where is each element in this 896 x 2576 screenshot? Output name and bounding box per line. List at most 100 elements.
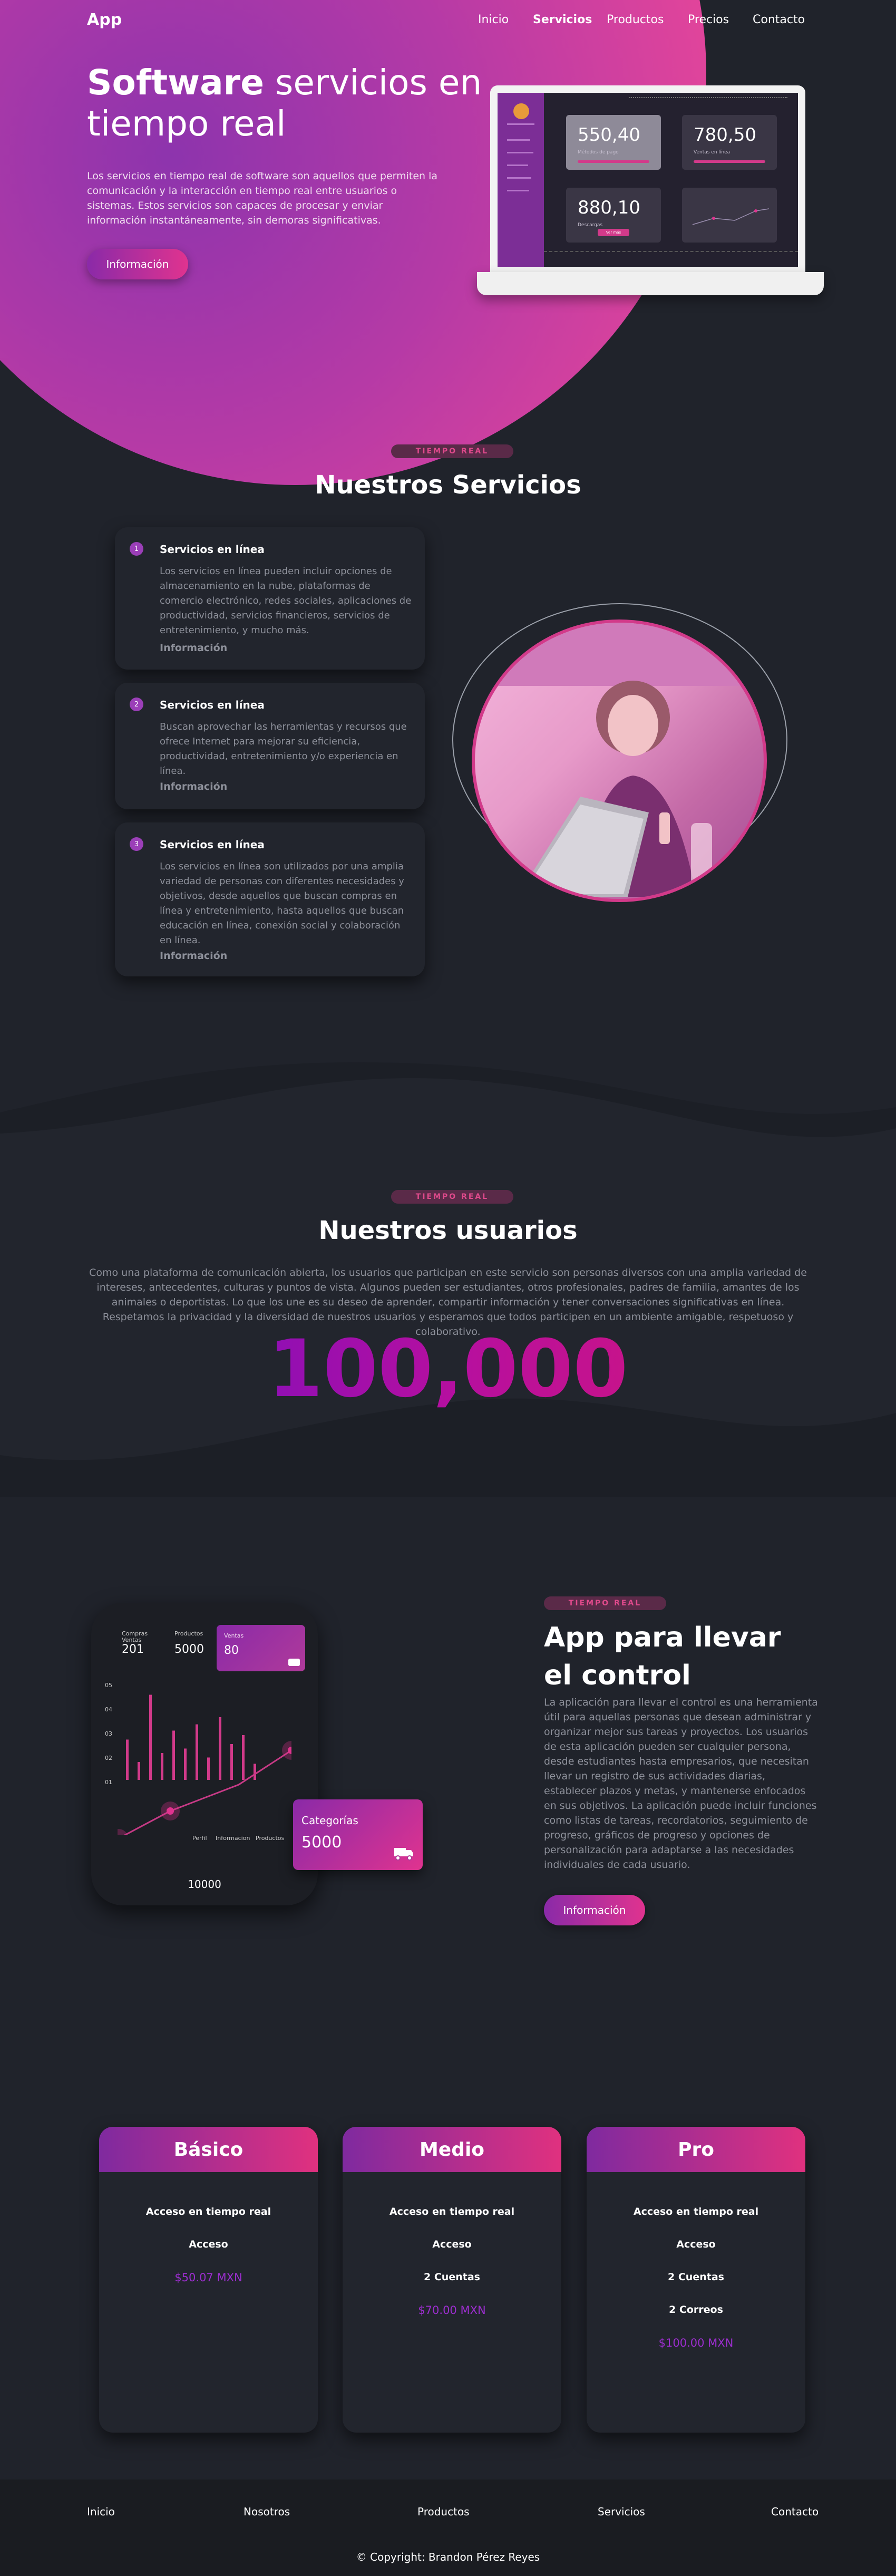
phone-card-value: 80 (224, 1644, 239, 1657)
nav-link-inicio[interactable]: Inicio (478, 13, 509, 26)
dashboard-sub-2: Ventas en línea (694, 150, 731, 155)
phone-sales-card: Ventas 80 (217, 1625, 305, 1671)
phone-chart-bar (138, 1762, 140, 1780)
service-text: Los servicios en línea pueden incluir op… (160, 566, 412, 636)
pricing-feature: 2 Cuentas (668, 2271, 724, 2283)
footer-link-contacto[interactable]: Contacto (771, 2505, 819, 2518)
phone-chart-bar (126, 1739, 129, 1780)
footer-link-servicios[interactable]: Servicios (598, 2505, 645, 2518)
card-chip-icon (288, 1659, 300, 1666)
hero-title-bold: Software (87, 62, 264, 103)
service-info-link[interactable]: Información (160, 781, 227, 792)
dashboard-value-1: 550,40 (578, 124, 640, 146)
pricing-price: $100.00 MXN (658, 2337, 734, 2349)
phone-chart-bar (230, 1744, 233, 1780)
copyright-text: © Copyright: Brandon Pérez Reyes (356, 2551, 540, 2563)
truck-icon (394, 1848, 413, 1861)
service-text: Buscan aprovechar las herramientas y rec… (160, 721, 407, 777)
service-number: 1 (130, 542, 143, 556)
categories-value: 5000 (301, 1833, 342, 1852)
dashboard-preview: 550,40 Métodos de pago 780,50 Ventas en … (498, 93, 798, 267)
service-title: Servicios en línea (160, 543, 265, 556)
dashboard-card-2: 780,50 Ventas en línea (682, 115, 777, 170)
phone-legend-item: Productos (256, 1835, 285, 1842)
pricing-feature: 2 Cuentas (424, 2271, 480, 2283)
nav-link-contacto[interactable]: Contacto (753, 13, 805, 26)
users-count: 100,000 (0, 1323, 896, 1415)
dashboard-sub-1: Métodos de pago (578, 150, 619, 155)
services-title: Nuestros Servicios (315, 470, 581, 500)
pricing-price: $50.07 MXN (174, 2271, 242, 2284)
phone-bar-chart (118, 1694, 291, 1835)
pricing-card-medio: Medio Acceso en tiempo real Acceso 2 Cue… (343, 2127, 561, 2433)
dashboard-card-1: 550,40 Métodos de pago (566, 115, 661, 170)
nav-link-productos[interactable]: Productos (607, 13, 664, 26)
phone-chart-trend-line (123, 1749, 291, 1835)
hero-title: Software servicios en tiempo real (87, 62, 488, 144)
categories-card: Categorías 5000 (293, 1799, 423, 1870)
pricing-plan-name: Pro (587, 2127, 805, 2172)
pricing-plan-name: Básico (99, 2127, 318, 2172)
pricing-feature: Acceso (432, 2239, 472, 2250)
phone-stat2-label: Productos (174, 1630, 203, 1637)
avatar (513, 103, 529, 119)
control-description: La aplicación para llevar el control es … (544, 1697, 818, 1871)
hero-description: Los servicios en tiempo real de software… (87, 170, 438, 226)
service-number: 2 (130, 698, 143, 711)
pricing-price: $70.00 MXN (418, 2304, 486, 2317)
phone-card-label: Ventas (224, 1632, 244, 1639)
phone-bottom-value: 10000 (188, 1878, 221, 1891)
dashboard-card-3: 880,10 Descargas Ver más (566, 188, 661, 243)
dashboard-mini-chart (692, 208, 770, 225)
service-card-3: 3 Servicios en línea Los servicios en lí… (115, 822, 425, 976)
footer-link-inicio[interactable]: Inicio (87, 2505, 115, 2518)
services-tag: TIEMPO REAL (391, 444, 513, 458)
pricing-feature: Acceso en tiempo real (633, 2206, 759, 2217)
service-title: Servicios en línea (160, 699, 265, 711)
pricing-feature: Acceso (676, 2239, 716, 2250)
service-card-1: 1 Servicios en línea Los servicios en lí… (115, 527, 425, 670)
phone-ytick: 02 (105, 1755, 112, 1761)
service-title: Servicios en línea (160, 838, 265, 851)
phone-chart-bar (172, 1730, 175, 1780)
users-title: Nuestros usuarios (318, 1216, 578, 1245)
phone-ytick: 01 (105, 1779, 112, 1786)
service-info-link[interactable]: Información (160, 642, 227, 654)
phone-ytick: 05 (105, 1682, 112, 1689)
control-title: App para llevar el control (544, 1622, 781, 1691)
control-info-button[interactable]: Información (544, 1895, 645, 1925)
phone-stat2-value: 5000 (174, 1643, 204, 1656)
pricing-feature: Acceso en tiempo real (145, 2206, 271, 2217)
phone-chart-bar (184, 1748, 187, 1780)
phone-ytick: 03 (105, 1730, 112, 1737)
phone-mockup: Compras Ventas 201 Productos 5000 Ventas… (91, 1603, 318, 1905)
nav-link-servicios[interactable]: Servicios (533, 13, 592, 26)
dashboard-view-more-button[interactable]: Ver más (598, 229, 629, 236)
dashboard-chart-card (682, 188, 777, 243)
service-card-2: 2 Servicios en línea Buscan aprovechar l… (115, 683, 425, 809)
phone-chart-bar (207, 1757, 210, 1780)
footer-link-nosotros[interactable]: Nosotros (244, 2505, 290, 2518)
laptop-base (477, 272, 824, 295)
pricing-feature: 2 Correos (669, 2304, 723, 2316)
footer-link-productos[interactable]: Productos (417, 2505, 470, 2518)
phone-chart-bar (219, 1717, 221, 1780)
control-tag: TIEMPO REAL (544, 1596, 666, 1610)
logo[interactable]: App (87, 11, 122, 29)
nav-link-precios[interactable]: Precios (688, 13, 729, 26)
hero-info-button[interactable]: Información (87, 249, 188, 279)
dashboard-value-3: 880,10 (578, 197, 640, 218)
dashboard-value-2: 780,50 (694, 124, 756, 146)
phone-chart-bar (161, 1753, 163, 1780)
categories-label: Categorías (301, 1814, 358, 1827)
hero-section: App Inicio Servicios Productos Precios C… (0, 0, 896, 485)
pricing-card-pro: Pro Acceso en tiempo real Acceso 2 Cuent… (587, 2127, 805, 2433)
phone-ytick: 04 (105, 1706, 112, 1713)
pricing-plan-name: Medio (343, 2127, 561, 2172)
woman-laptop-photo (472, 619, 767, 902)
pricing-feature: Acceso en tiempo real (389, 2206, 515, 2217)
phone-stat1-value: 201 (122, 1643, 144, 1656)
laptop-mockup: 550,40 Métodos de pago 780,50 Ventas en … (490, 85, 805, 276)
phone-chart-point-glow (118, 1829, 128, 1835)
service-info-link[interactable]: Información (160, 950, 227, 962)
